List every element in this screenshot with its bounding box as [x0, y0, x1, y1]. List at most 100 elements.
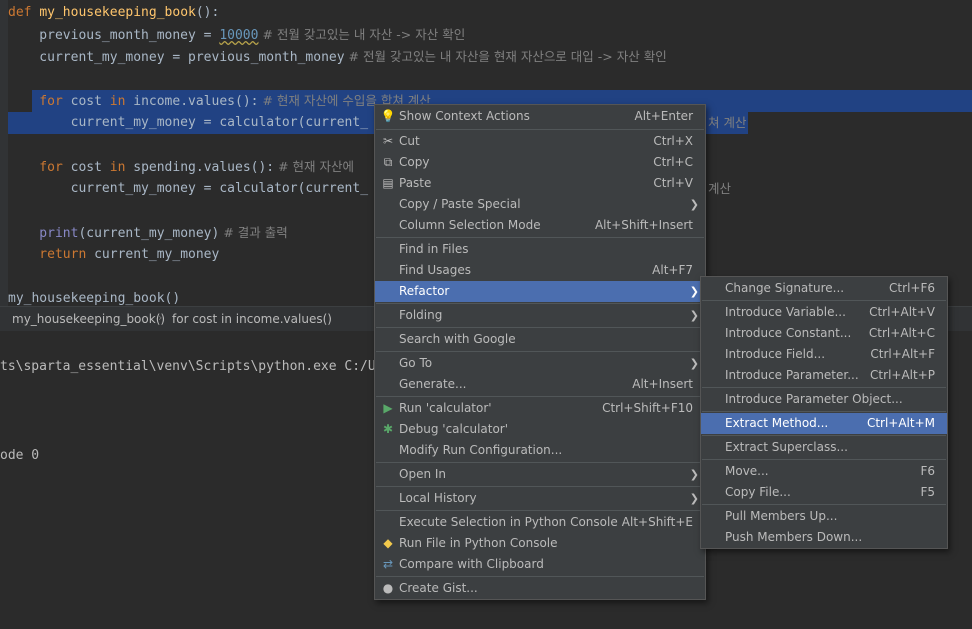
menu-item-compare-with-clipboard[interactable]: ⇄ Compare with Clipboard: [375, 554, 705, 575]
menu-item-find-usages[interactable]: Find Usages Alt+F7: [375, 260, 705, 281]
menu-separator: [702, 387, 946, 388]
menu-item-cut[interactable]: ✂ Cut Ctrl+X: [375, 131, 705, 152]
submenu-item-push-members-down[interactable]: Push Members Down...: [701, 527, 947, 548]
lightbulb-icon: 💡: [380, 109, 396, 123]
menu-separator: [376, 303, 704, 304]
menu-item-folding[interactable]: Folding ❯: [375, 305, 705, 326]
menu-separator: [376, 462, 704, 463]
code-line-for-spending[interactable]: for cost in spending.values(): # 현재 자산에: [8, 156, 354, 178]
menu-separator: [702, 435, 946, 436]
code-text: cost: [62, 160, 110, 175]
menu-item-search-with-google[interactable]: Search with Google: [375, 329, 705, 350]
scissors-icon: ✂: [382, 134, 394, 148]
code-line-call[interactable]: my_housekeeping_book(): [8, 288, 180, 306]
code-text: my_housekeeping_book(): [8, 291, 181, 306]
submenu-item-copy-file[interactable]: Copy File... F5: [701, 482, 947, 503]
keyword-def: def: [8, 5, 32, 20]
code-text: (current_my_money): [78, 226, 220, 241]
chevron-right-icon: ❯: [689, 468, 699, 481]
code-text: income.values():: [125, 94, 259, 109]
submenu-item-introduce-constant[interactable]: Introduce Constant... Ctrl+Alt+C: [701, 323, 947, 344]
menu-separator: [376, 129, 704, 130]
menu-item-generate[interactable]: Generate... Alt+Insert: [375, 374, 705, 395]
code-line-calc-income[interactable]: current_my_money = calculator(current_: [8, 112, 368, 134]
breadcrumb-item-for-loop[interactable]: for cost in income.values(): [172, 312, 332, 326]
menu-item-refactor[interactable]: Refactor ❯: [375, 281, 705, 302]
function-name: my_housekeeping_book: [39, 5, 196, 20]
menu-item-modify-run-configuration[interactable]: Modify Run Configuration...: [375, 440, 705, 461]
code-line-print[interactable]: print(current_my_money) # 결과 출력: [8, 222, 287, 244]
console-line: ts\sparta_essential\venv\Scripts\python.…: [0, 359, 376, 374]
code-text: spending.values():: [125, 160, 275, 175]
keyword-in: in: [109, 160, 126, 175]
submenu-item-introduce-field[interactable]: Introduce Field... Ctrl+Alt+F: [701, 344, 947, 365]
code-comment-tail: 쳐 계산: [708, 115, 747, 130]
menu-separator: [702, 411, 946, 412]
run-icon: ▶: [383, 401, 393, 415]
menu-separator: [376, 576, 704, 577]
submenu-item-introduce-parameter-object[interactable]: Introduce Parameter Object...: [701, 389, 947, 410]
clipboard-icon: ▤: [382, 176, 394, 190]
menu-separator: [376, 396, 704, 397]
menu-item-open-in[interactable]: Open In ❯: [375, 464, 705, 485]
menu-separator: [376, 486, 704, 487]
bug-icon: ✱: [382, 422, 394, 436]
submenu-item-move[interactable]: Move... F6: [701, 461, 947, 482]
menu-item-go-to[interactable]: Go To ❯: [375, 353, 705, 374]
console-line: ode 0: [0, 448, 40, 463]
editor-gutter: [0, 0, 8, 306]
chevron-right-icon: ❯: [689, 198, 699, 211]
menu-separator: [702, 504, 946, 505]
menu-item-debug[interactable]: ✱ Debug 'calculator': [375, 419, 705, 440]
code-line-current-money[interactable]: current_my_money = previous_month_money …: [8, 46, 667, 68]
menu-item-find-in-files[interactable]: Find in Files: [375, 239, 705, 260]
menu-separator: [376, 327, 704, 328]
menu-item-create-gist[interactable]: ● Create Gist...: [375, 578, 705, 599]
menu-item-paste[interactable]: ▤ Paste Ctrl+V: [375, 173, 705, 194]
github-icon: ●: [382, 581, 394, 595]
menu-item-run-file-in-console[interactable]: ◆ Run File in Python Console: [375, 533, 705, 554]
code-comment: # 전월 갖고있는 내 자산 -> 자산 확인: [258, 27, 466, 42]
code-text: cost: [62, 94, 110, 109]
code-line-return[interactable]: return current_my_money: [8, 244, 219, 266]
code-line-for-income[interactable]: for cost in income.values(): # 현재 자산에 수입…: [8, 90, 431, 112]
menu-item-run[interactable]: ▶ Run 'calculator' Ctrl+Shift+F10: [375, 398, 705, 419]
chevron-right-icon: ❯: [689, 285, 699, 298]
code-comment-tail: 계산: [708, 181, 732, 196]
breadcrumb-item-function[interactable]: my_housekeeping_book(): [12, 312, 165, 326]
code-comment: # 현재 자산에: [274, 159, 355, 174]
keyword-in: in: [109, 94, 126, 109]
menu-item-column-selection-mode[interactable]: Column Selection Mode Alt+Shift+Insert: [375, 215, 705, 236]
menu-separator: [702, 459, 946, 460]
menu-item-show-context-actions[interactable]: 💡 Show Context Actions Alt+Enter: [375, 106, 705, 127]
submenu-item-extract-superclass[interactable]: Extract Superclass...: [701, 437, 947, 458]
menu-separator: [376, 510, 704, 511]
code-line-def[interactable]: def my_housekeeping_book():: [8, 2, 219, 24]
menu-item-execute-selection[interactable]: Execute Selection in Python Console Alt+…: [375, 512, 705, 533]
chevron-right-icon: ❯: [689, 309, 699, 322]
menu-item-copy-paste-special[interactable]: Copy / Paste Special ❯: [375, 194, 705, 215]
code-text: current_my_money: [86, 247, 220, 262]
submenu-item-introduce-parameter[interactable]: Introduce Parameter... Ctrl+Alt+P: [701, 365, 947, 386]
menu-separator: [376, 351, 704, 352]
submenu-item-pull-members-up[interactable]: Pull Members Up...: [701, 506, 947, 527]
keyword-return: return: [8, 247, 87, 262]
keyword-for: for: [8, 160, 63, 175]
code-line-calc-spending[interactable]: current_my_money = calculator(current_: [8, 178, 368, 200]
breadcrumb-separator: ›: [158, 311, 163, 324]
code-comment: # 전월 갖고있는 내 자산을 현재 자산으로 대입 -> 자산 확인: [344, 49, 667, 64]
compare-icon: ⇄: [382, 557, 394, 571]
submenu-item-extract-method[interactable]: Extract Method... Ctrl+Alt+M: [701, 413, 947, 434]
code-punct: ():: [195, 5, 220, 20]
submenu-item-introduce-variable[interactable]: Introduce Variable... Ctrl+Alt+V: [701, 302, 947, 323]
menu-item-local-history[interactable]: Local History ❯: [375, 488, 705, 509]
code-line-previous-month[interactable]: previous_month_money = 10000 # 전월 갖고있는 내…: [8, 24, 465, 46]
builtin-print: print: [8, 226, 79, 241]
copy-icon: ⧉: [383, 155, 393, 169]
menu-item-copy[interactable]: ⧉ Copy Ctrl+C: [375, 152, 705, 173]
submenu-item-change-signature[interactable]: Change Signature... Ctrl+F6: [701, 278, 947, 299]
context-menu: 💡 Show Context Actions Alt+Enter ✂ Cut C…: [374, 104, 706, 600]
menu-separator: [702, 300, 946, 301]
chevron-right-icon: ❯: [689, 357, 699, 370]
code-text: current_my_money = calculator(current_: [8, 115, 369, 130]
